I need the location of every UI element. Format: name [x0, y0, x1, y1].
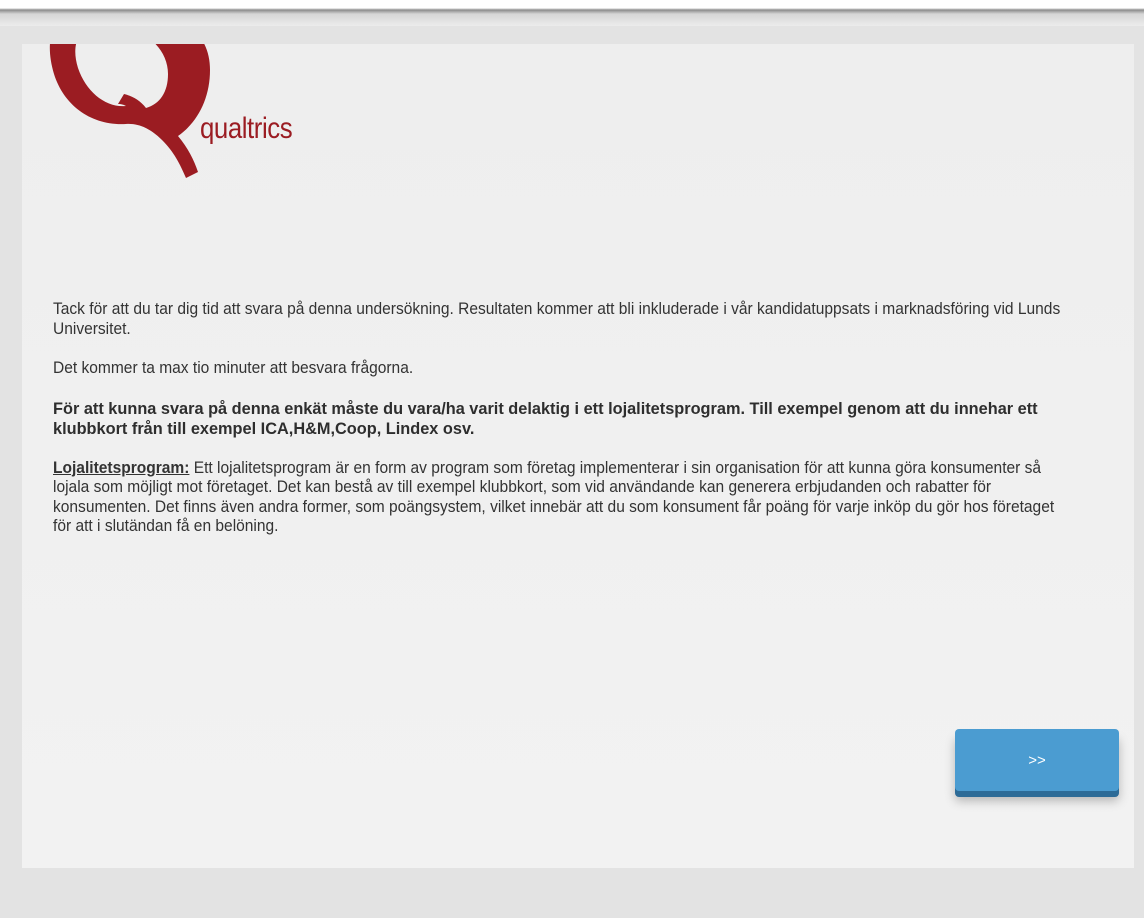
definition-term: Lojalitetsprogram:: [53, 458, 190, 477]
intro-paragraph: Tack för att du tar dig tid att svara på…: [53, 300, 1061, 338]
duration-paragraph: Det kommer ta max tio minuter att besvar…: [53, 359, 414, 377]
browser-top-edge: [0, 0, 1144, 26]
survey-container: qualtrics Tack för att du tar dig tid at…: [22, 44, 1134, 868]
requirement-paragraph: För att kunna svara på denna enkät måste…: [53, 398, 1038, 438]
next-button[interactable]: >>: [955, 729, 1119, 791]
definition-text: Ett lojalitetsprogram är en form av prog…: [53, 458, 1055, 536]
definition-paragraph: Lojalitetsprogram: Ett lojalitetsprogram…: [53, 459, 1071, 537]
qualtrics-logo: qualtrics: [48, 44, 308, 184]
qualtrics-wordmark: qualtrics: [200, 112, 293, 145]
question-text: Tack för att du tar dig tid att svara på…: [53, 300, 1071, 557]
